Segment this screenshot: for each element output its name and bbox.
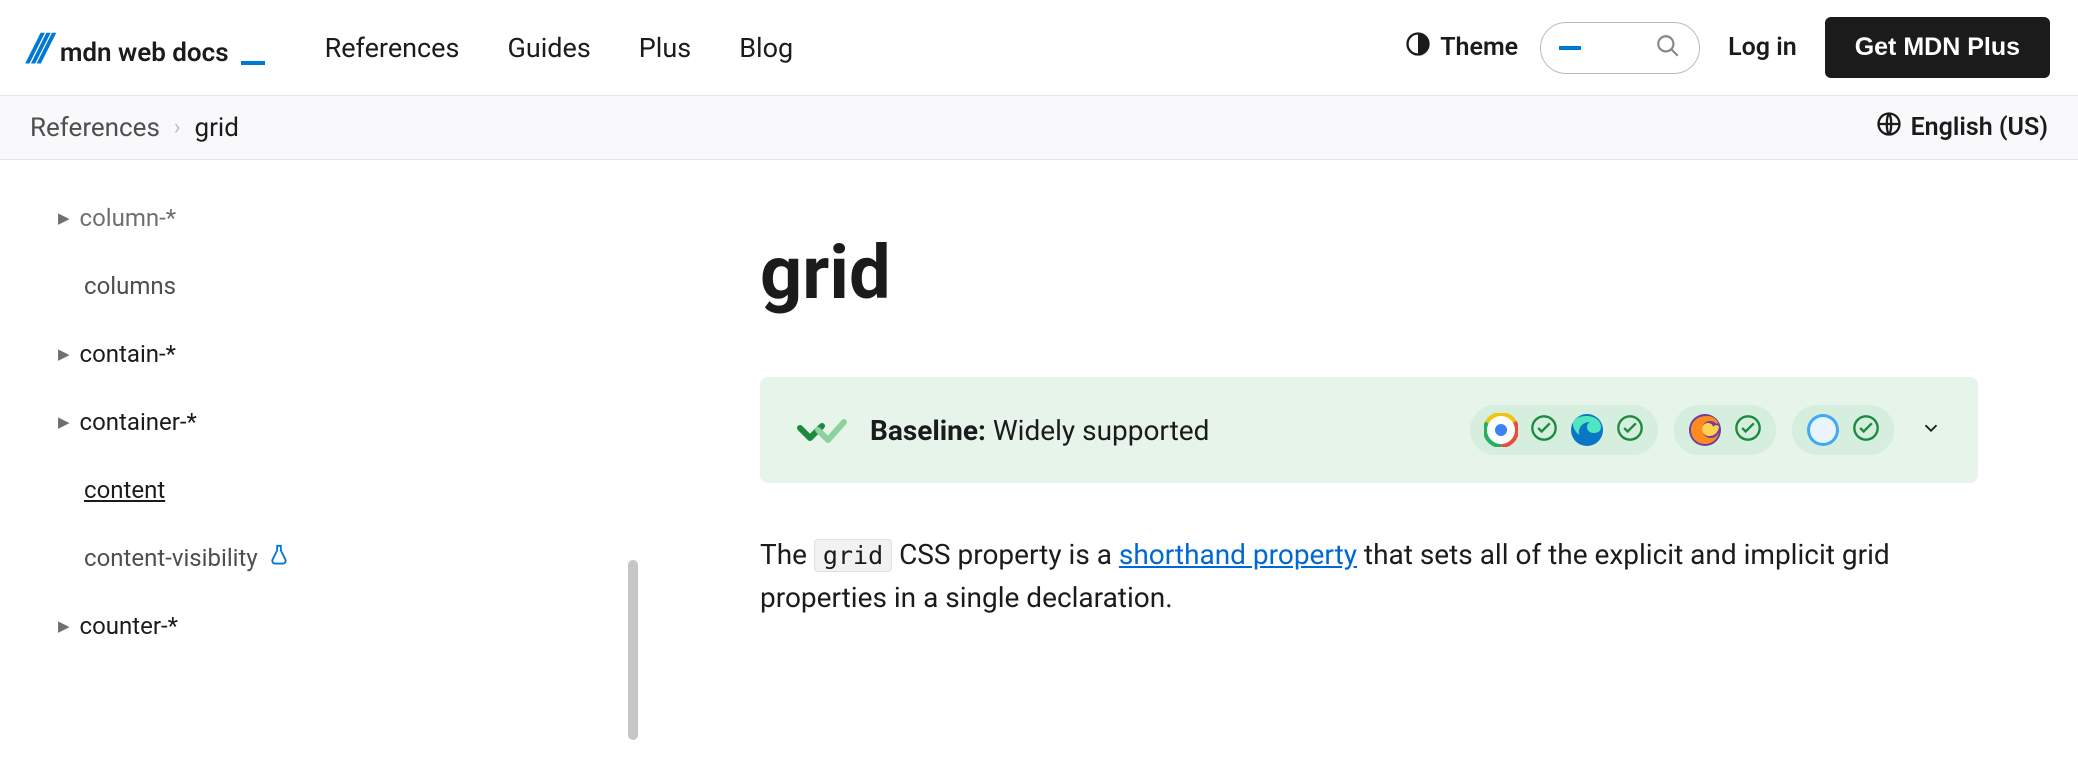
search-icon bbox=[1655, 33, 1681, 63]
flask-icon bbox=[268, 544, 290, 572]
baseline-strong: Baseline: bbox=[870, 414, 986, 447]
check-icon bbox=[1852, 414, 1880, 446]
sidebar-item[interactable]: ▶ contain-* bbox=[58, 320, 640, 388]
nav-guides[interactable]: Guides bbox=[507, 32, 590, 64]
article-content: grid Baseline: Widely supported bbox=[640, 160, 2078, 660]
triangle-right-icon: ▶ bbox=[58, 345, 70, 363]
scrollbar-thumb[interactable] bbox=[628, 560, 638, 740]
sidebar-item-label: container-* bbox=[80, 408, 197, 436]
browser-support-pills bbox=[1470, 405, 1942, 455]
edge-icon bbox=[1570, 413, 1604, 447]
search-input[interactable] bbox=[1540, 22, 1700, 74]
baseline-text: Baseline: Widely supported bbox=[870, 414, 1209, 447]
language-picker[interactable]: English (US) bbox=[1875, 110, 2048, 145]
sidebar-item-label: column-* bbox=[80, 204, 177, 232]
logo-mark: /// bbox=[28, 24, 50, 71]
primary-nav: References Guides Plus Blog bbox=[325, 32, 794, 64]
theme-icon bbox=[1404, 30, 1432, 65]
check-icon bbox=[1616, 414, 1644, 446]
breadcrumb-root[interactable]: References bbox=[30, 113, 160, 143]
sidebar-item[interactable]: ▶ column-* bbox=[58, 184, 640, 252]
sidebar-item-label: contain-* bbox=[80, 340, 176, 368]
sidebar-scrollbar[interactable] bbox=[626, 160, 640, 660]
intro-mid: CSS property is a bbox=[892, 538, 1119, 571]
breadcrumb: References › grid English (US) bbox=[0, 96, 2078, 160]
sidebar-item[interactable]: ▶ container-* bbox=[58, 388, 640, 456]
sidebar-item-label: content-visibility bbox=[84, 544, 258, 572]
nav-plus[interactable]: Plus bbox=[639, 32, 691, 64]
browser-pill-safari bbox=[1792, 405, 1894, 455]
search-cursor bbox=[1559, 46, 1581, 50]
sidebar-item-label: content bbox=[84, 476, 165, 504]
sidebar-item[interactable]: columns bbox=[58, 252, 640, 320]
sidebar-item[interactable]: ▶ counter-* bbox=[58, 592, 640, 660]
baseline-indicator: Baseline: Widely supported bbox=[760, 377, 1978, 483]
baseline-check-icon bbox=[796, 408, 848, 452]
chevron-right-icon: › bbox=[174, 115, 181, 140]
logo-underscore bbox=[241, 61, 265, 65]
get-mdn-plus-button[interactable]: Get MDN Plus bbox=[1825, 17, 2050, 78]
baseline-rest: Widely supported bbox=[986, 414, 1210, 447]
triangle-right-icon: ▶ bbox=[58, 209, 70, 227]
chrome-icon bbox=[1484, 413, 1518, 447]
intro-pre: The bbox=[760, 538, 814, 571]
sidebar-item[interactable]: content-visibility bbox=[58, 524, 640, 592]
login-link[interactable]: Log in bbox=[1728, 33, 1797, 62]
page-title: grid bbox=[760, 230, 1978, 317]
theme-toggle[interactable]: Theme bbox=[1404, 30, 1518, 65]
browser-pill-firefox bbox=[1674, 405, 1776, 455]
firefox-icon bbox=[1688, 413, 1722, 447]
sidebar: ▶ column-* columns ▶ contain-* ▶ contain… bbox=[0, 160, 640, 660]
top-nav: /// mdn web docs References Guides Plus … bbox=[0, 0, 2078, 96]
intro-paragraph: The grid CSS property is a shorthand pro… bbox=[760, 533, 1960, 620]
nav-references[interactable]: References bbox=[325, 32, 460, 64]
triangle-right-icon: ▶ bbox=[58, 413, 70, 431]
check-icon bbox=[1530, 414, 1558, 446]
sidebar-item-label: columns bbox=[84, 272, 176, 300]
check-icon bbox=[1734, 414, 1762, 446]
intro-code: grid bbox=[814, 539, 892, 572]
nav-blog[interactable]: Blog bbox=[739, 32, 793, 64]
sidebar-item-label: counter-* bbox=[80, 612, 178, 640]
logo-text: mdn web docs bbox=[60, 38, 229, 68]
sidebar-item[interactable]: content bbox=[58, 456, 640, 524]
theme-label: Theme bbox=[1440, 33, 1518, 62]
shorthand-property-link[interactable]: shorthand property bbox=[1119, 538, 1357, 571]
browser-pill-chromium bbox=[1470, 405, 1658, 455]
language-label: English (US) bbox=[1911, 113, 2048, 142]
breadcrumb-current: grid bbox=[194, 113, 238, 143]
safari-icon bbox=[1806, 413, 1840, 447]
mdn-logo[interactable]: /// mdn web docs bbox=[28, 24, 305, 71]
triangle-right-icon: ▶ bbox=[58, 617, 70, 635]
globe-icon bbox=[1875, 110, 1903, 145]
chevron-down-icon[interactable] bbox=[1920, 417, 1942, 443]
